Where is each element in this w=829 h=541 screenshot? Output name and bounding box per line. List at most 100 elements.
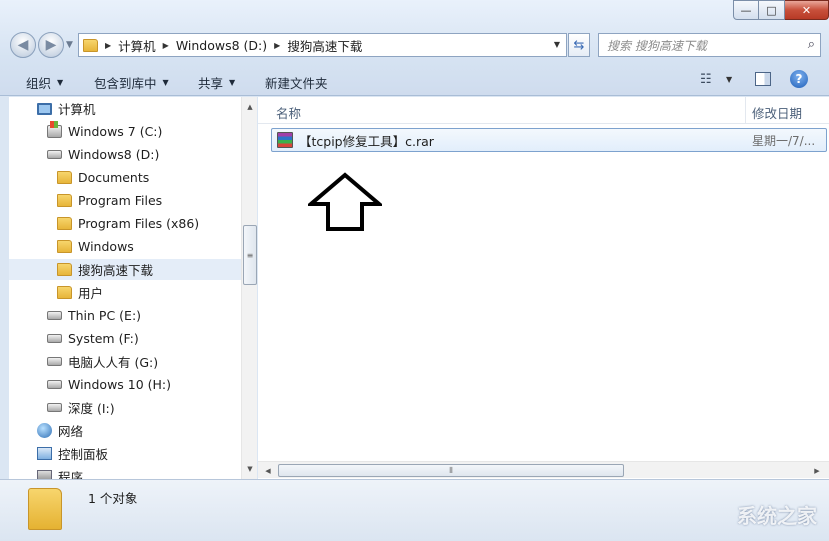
breadcrumb-separator-icon[interactable]: ▶ <box>163 41 169 50</box>
folder-icon <box>28 488 62 530</box>
nav-item-label: Documents <box>78 170 150 185</box>
chevron-down-icon: ▼ <box>229 78 236 87</box>
file-name: 【tcpip修复工具】c.rar <box>299 133 434 149</box>
close-button[interactable]: ✕ <box>785 0 829 20</box>
nav-item-drive-i[interactable]: 深度 (I:) <box>47 397 115 418</box>
address-history-dropdown[interactable]: ▼ <box>554 40 560 49</box>
refresh-icon: ⇆ <box>573 37 585 53</box>
folder-icon <box>57 263 72 276</box>
organize-label: 组织 <box>26 76 52 91</box>
window-chrome: — □ ✕ ◀ ▶ ▼ ▶ 计算机 ▶ Windows8 (D:) ▶ 搜狗高速… <box>0 0 829 96</box>
recent-pages-dropdown[interactable]: ▼ <box>66 40 73 50</box>
column-header: 名称 修改日期 <box>258 97 829 124</box>
help-icon[interactable]: ? <box>790 70 808 88</box>
nav-item-label: 控制面板 <box>58 447 109 462</box>
breadcrumb-separator-icon[interactable]: ▶ <box>274 41 280 50</box>
nav-item-users[interactable]: 用户 <box>57 282 103 303</box>
column-header-name[interactable]: 名称 <box>276 103 301 122</box>
item-count: 1 个对象 <box>88 491 138 506</box>
network-icon <box>37 423 52 438</box>
nav-item-documents[interactable]: Documents <box>57 167 149 188</box>
folder-icon <box>83 38 98 52</box>
nav-item-drive-e[interactable]: Thin PC (E:) <box>47 305 141 326</box>
nav-item-label: 用户 <box>78 286 104 301</box>
rar-archive-icon <box>277 132 293 148</box>
nav-item-drive-f[interactable]: System (F:) <box>47 328 139 349</box>
scroll-left-icon[interactable]: ◀ <box>260 462 276 479</box>
nav-item-label: 程序 <box>58 470 84 479</box>
nav-item-label: 深度 (I:) <box>68 401 115 416</box>
drive-icon <box>47 150 62 159</box>
address-bar[interactable]: ▶ 计算机 ▶ Windows8 (D:) ▶ 搜狗高速下载 ▼ <box>78 33 567 57</box>
window-controls: — □ ✕ <box>733 0 829 20</box>
scroll-right-icon[interactable]: ▶ <box>809 462 825 479</box>
scroll-up-icon[interactable]: ▲ <box>242 99 258 115</box>
nav-item-label: 搜狗高速下载 <box>78 263 154 278</box>
nav-item-label: Program Files <box>78 193 163 208</box>
breadcrumb-drive[interactable]: Windows8 (D:) <box>176 38 267 53</box>
drive-icon <box>47 334 62 343</box>
nav-item-label: Windows8 (D:) <box>68 147 160 162</box>
nav-item-label: 网络 <box>58 424 84 439</box>
search-input[interactable]: 搜索 搜狗高速下载 <box>607 37 707 54</box>
folder-icon <box>57 286 72 299</box>
control-panel-icon <box>37 447 52 460</box>
nav-item-drive-h[interactable]: Windows 10 (H:) <box>47 374 171 395</box>
nav-item-label: Windows 7 (C:) <box>68 124 163 139</box>
nav-item-label: 电脑人人有 (G:) <box>68 355 159 370</box>
folder-icon <box>57 240 72 253</box>
nav-item-label: Thin PC (E:) <box>68 308 142 323</box>
breadcrumb-computer[interactable]: 计算机 <box>118 36 156 55</box>
nav-item-programs[interactable]: 程序 <box>37 466 83 479</box>
nav-item-control-panel[interactable]: 控制面板 <box>37 443 108 464</box>
nav-item-drive-g[interactable]: 电脑人人有 (G:) <box>47 351 158 372</box>
include-in-library-menu[interactable]: 包含到库中 ▼ <box>94 73 169 92</box>
nav-item-computer[interactable]: 计算机 <box>37 98 96 119</box>
chevron-down-icon: ▼ <box>162 78 169 87</box>
nav-vertical-scrollbar[interactable]: ▲ ≡ ▼ <box>241 97 257 479</box>
chevron-down-icon: ▼ <box>57 78 64 87</box>
details-pane: 1 个对象 系统之家 <box>0 479 829 541</box>
folder-icon <box>57 217 72 230</box>
organize-menu[interactable]: 组织 ▼ <box>26 73 63 92</box>
nav-item-drive-d[interactable]: Windows8 (D:) <box>47 144 159 165</box>
nav-item-label: System (F:) <box>68 331 139 346</box>
minimize-button[interactable]: — <box>733 0 759 20</box>
breadcrumb-folder[interactable]: 搜狗高速下载 <box>287 36 362 55</box>
search-box[interactable]: 搜索 搜狗高速下载 ⌕ <box>598 33 821 57</box>
chevron-down-icon[interactable]: ▼ <box>726 75 732 84</box>
nav-item-program-files[interactable]: Program Files <box>57 190 162 211</box>
column-header-date[interactable]: 修改日期 <box>752 103 802 122</box>
back-button[interactable]: ◀ <box>10 32 36 58</box>
refresh-button[interactable]: ⇆ <box>568 33 590 57</box>
folder-icon <box>57 171 72 184</box>
file-row[interactable]: 【tcpip修复工具】c.rar 星期一/7/... <box>271 128 827 152</box>
new-folder-label: 新建文件夹 <box>265 76 328 91</box>
nav-item-windows[interactable]: Windows <box>57 236 134 257</box>
nav-item-label: 计算机 <box>58 102 96 117</box>
forward-button[interactable]: ▶ <box>38 32 64 58</box>
nav-item-label: Windows 10 (H:) <box>68 377 172 392</box>
horizontal-scrollbar[interactable]: ◀ ⦀ ▶ <box>258 461 829 478</box>
drive-icon <box>47 403 62 412</box>
maximize-button[interactable]: □ <box>759 0 785 20</box>
scroll-down-icon[interactable]: ▼ <box>242 461 258 477</box>
file-list-pane: 名称 修改日期 【tcpip修复工具】c.rar 星期一/7/... ◀ ⦀ ▶ <box>258 97 829 479</box>
column-divider[interactable] <box>745 97 746 124</box>
search-icon[interactable]: ⌕ <box>808 37 815 52</box>
breadcrumb-separator-icon[interactable]: ▶ <box>105 41 111 50</box>
nav-item-sogou-downloads[interactable]: 搜狗高速下载 <box>9 259 241 280</box>
watermark-logo: 系统之家 <box>737 504 817 528</box>
new-folder-button[interactable]: 新建文件夹 <box>265 73 328 92</box>
system-drive-icon <box>47 121 62 138</box>
nav-item-drive-c[interactable]: Windows 7 (C:) <box>47 121 162 142</box>
file-date: 星期一/7/... <box>752 133 816 148</box>
preview-pane-icon[interactable] <box>755 72 771 86</box>
horizontal-scroll-thumb[interactable]: ⦀ <box>278 464 624 477</box>
scroll-thumb[interactable]: ≡ <box>243 225 257 285</box>
view-options-icon[interactable]: ☷ <box>700 72 712 87</box>
share-menu[interactable]: 共享 ▼ <box>198 73 235 92</box>
nav-item-program-files-x86[interactable]: Program Files (x86) <box>57 213 199 234</box>
nav-item-network[interactable]: 网络 <box>37 420 83 441</box>
up-arrow-annotation-icon <box>308 172 382 231</box>
